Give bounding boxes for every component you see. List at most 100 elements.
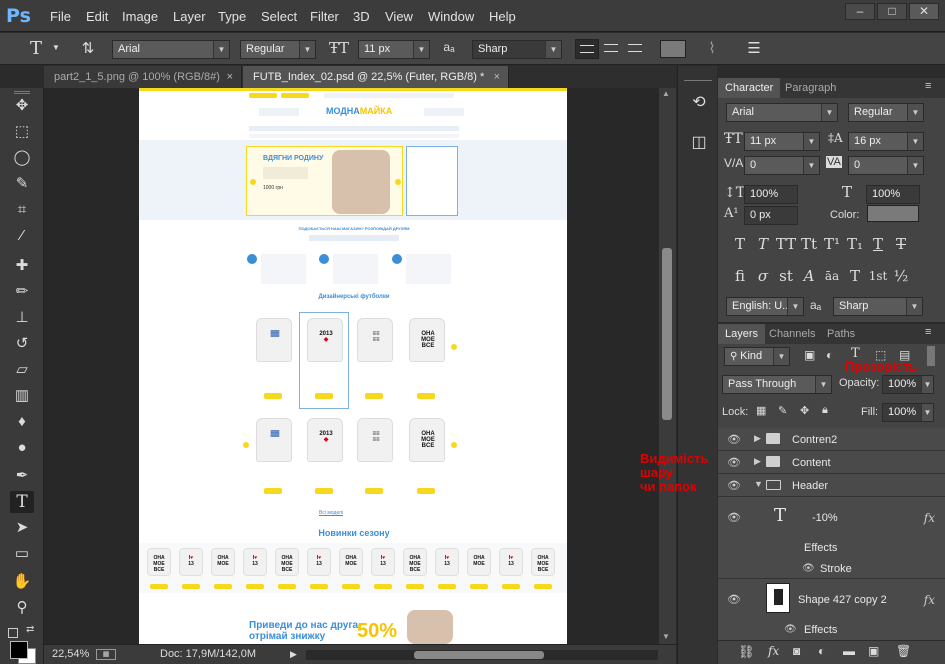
trash-icon[interactable]: 🗑︎ [896, 644, 911, 658]
discretionary-ligatures-icon[interactable]: st [775, 265, 797, 287]
eyedropper-tool-icon[interactable]: ⁄ [10, 225, 34, 247]
old-style-icon[interactable]: σ [752, 265, 774, 287]
faux-italic-icon[interactable]: T [752, 233, 774, 255]
character-color-swatch[interactable] [867, 205, 919, 222]
effect-visibility-eye-icon[interactable]: 👁︎ [784, 624, 797, 635]
layer-effects-row[interactable]: 👁︎ Effects [718, 619, 945, 641]
history-panel-icon[interactable]: ⟲ [688, 92, 710, 112]
align-right-button[interactable] [624, 39, 646, 59]
menu-select[interactable]: Select [261, 8, 297, 26]
toolbox-grip[interactable] [14, 91, 30, 94]
menu-type[interactable]: Type [218, 8, 246, 26]
menu-edit[interactable]: Edit [86, 8, 108, 26]
menu-window[interactable]: Window [428, 8, 474, 26]
leading-select[interactable]: 16 px ▼ [848, 132, 924, 151]
effects-fx-icon[interactable]: fx [924, 593, 935, 607]
text-orientation-icon[interactable]: ⇅ [78, 39, 98, 57]
new-group-icon[interactable]: ▬ [843, 644, 855, 658]
blur-tool-icon[interactable]: ♦ [10, 411, 34, 433]
adjustment-layer-icon[interactable]: ◐ [818, 644, 825, 658]
horizontal-scale-input[interactable]: 100% [866, 185, 920, 204]
status-preview-icon[interactable]: ▦ [96, 649, 116, 660]
canvas-scroll-thumb[interactable] [662, 248, 672, 420]
tracking-select[interactable]: 0 ▼ [848, 156, 924, 175]
menu-image[interactable]: Image [122, 8, 158, 26]
layer-row-shape-427[interactable]: 👁︎ Shape 427 copy 2 fx [718, 579, 945, 619]
dodge-tool-icon[interactable]: ● [10, 437, 34, 459]
foreground-color-swatch[interactable] [10, 641, 28, 659]
zoom-tool-icon[interactable]: ⚲ [10, 597, 34, 619]
char-antialias-select[interactable]: Sharp ▼ [833, 297, 923, 316]
fractions-icon[interactable]: ½ [890, 265, 912, 287]
lock-position-icon[interactable]: ✥ [800, 404, 809, 417]
add-mask-icon[interactable]: ◙ [793, 644, 800, 658]
add-style-fx-icon[interactable]: fx [768, 644, 779, 658]
tab-character[interactable]: Character [718, 78, 781, 98]
menu-layer[interactable]: Layer [173, 8, 206, 26]
swash-icon[interactable]: A [798, 265, 820, 287]
layer-effects-row[interactable]: Effects [718, 537, 945, 559]
folder-expand-icon[interactable]: ▶ [754, 456, 761, 467]
close-window-button[interactable]: ✕ [909, 3, 939, 20]
effect-visibility-eye-icon[interactable]: 👁︎ [802, 563, 815, 574]
lock-transparent-icon[interactable]: ▦ [756, 404, 766, 417]
new-layer-icon[interactable]: ▣ [868, 644, 879, 658]
char-font-family-select[interactable]: Arial ▼ [726, 103, 838, 122]
swap-colors-icon[interactable]: ⇄ [26, 624, 34, 635]
rectangle-tool-icon[interactable]: ▭ [10, 543, 34, 565]
close-icon[interactable]: × [227, 66, 233, 88]
antialias-select[interactable]: Sharp ▼ [472, 40, 562, 59]
scroll-up-icon[interactable]: ▲ [662, 89, 670, 98]
horizontal-scroll-thumb[interactable] [414, 651, 544, 659]
eraser-tool-icon[interactable]: ▱ [10, 359, 34, 381]
align-left-button[interactable] [575, 39, 599, 59]
visibility-eye-icon[interactable]: 👁︎ [726, 593, 742, 606]
menu-3d[interactable]: 3D [353, 8, 370, 26]
folder-collapse-icon[interactable]: ▼ [754, 479, 763, 489]
strikethrough-icon[interactable]: T [890, 233, 912, 255]
visibility-eye-icon[interactable]: 👁︎ [726, 433, 742, 446]
ligatures-icon[interactable]: fi [729, 265, 751, 287]
history-brush-tool-icon[interactable]: ↺ [10, 333, 34, 355]
menu-filter[interactable]: Filter [310, 8, 339, 26]
close-icon[interactable]: × [494, 66, 500, 88]
move-tool-icon[interactable]: ✥ [10, 95, 34, 117]
superscript-icon[interactable]: T¹ [821, 233, 843, 255]
default-colors-icon[interactable] [8, 628, 18, 638]
maximize-button[interactable]: □ [877, 3, 907, 20]
dock-grip[interactable] [684, 80, 712, 82]
opacity-input[interactable]: 100% ▼ [882, 375, 934, 394]
marquee-tool-icon[interactable]: ⬚ [10, 121, 34, 143]
type-tool-icon[interactable]: T [10, 491, 34, 513]
lock-pixels-icon[interactable]: ✎ [778, 404, 787, 417]
font-style-select[interactable]: Regular ▼ [240, 40, 316, 59]
lock-all-icon[interactable]: 🔒︎ [822, 404, 828, 417]
brush-tool-icon[interactable]: ✏ [10, 281, 34, 303]
folder-expand-icon[interactable]: ▶ [754, 433, 761, 444]
link-layers-icon[interactable]: ⛓︎ [738, 644, 755, 660]
ordinals-icon[interactable]: 1st [867, 265, 889, 287]
vertical-scale-input[interactable]: 100% [744, 185, 798, 204]
3d-panel-icon[interactable]: ◫ [688, 132, 710, 152]
scroll-down-icon[interactable]: ▼ [662, 632, 670, 641]
status-menu-arrow-icon[interactable]: ▶ [290, 645, 297, 664]
align-center-button[interactable] [600, 39, 622, 59]
tab-part2[interactable]: part2_1_5.png @ 100% (RGB/8#) × [44, 66, 242, 88]
menu-help[interactable]: Help [489, 8, 516, 26]
hand-tool-icon[interactable]: ✋ [10, 571, 34, 593]
crop-tool-icon[interactable]: ⌗ [10, 199, 34, 221]
panel-menu-icon[interactable]: ≡ [925, 326, 931, 338]
toggle-panels-icon[interactable]: ☰ [744, 39, 764, 57]
subscript-icon[interactable]: T₁ [844, 233, 866, 255]
effects-fx-icon[interactable]: fx [924, 511, 935, 525]
char-font-size-select[interactable]: 11 px ▼ [744, 132, 820, 151]
fill-input[interactable]: 100% ▼ [882, 403, 934, 422]
warp-text-icon[interactable]: ⌇ [702, 39, 722, 57]
lasso-tool-icon[interactable]: ◯ [10, 147, 34, 169]
tab-paths[interactable]: Paths [820, 324, 862, 344]
document-canvas[interactable]: МОДНАМАЙКА ВДЯГНИ РОДИНУ 1000 грн ПОДОБА… [139, 88, 567, 644]
filter-toggle[interactable] [927, 346, 935, 366]
layer-row-contren2[interactable]: 👁︎ ▶ Contren2 [718, 428, 945, 451]
panel-menu-icon[interactable]: ≡ [925, 80, 931, 92]
layer-effect-stroke-row[interactable]: 👁︎ Stroke [718, 559, 945, 579]
